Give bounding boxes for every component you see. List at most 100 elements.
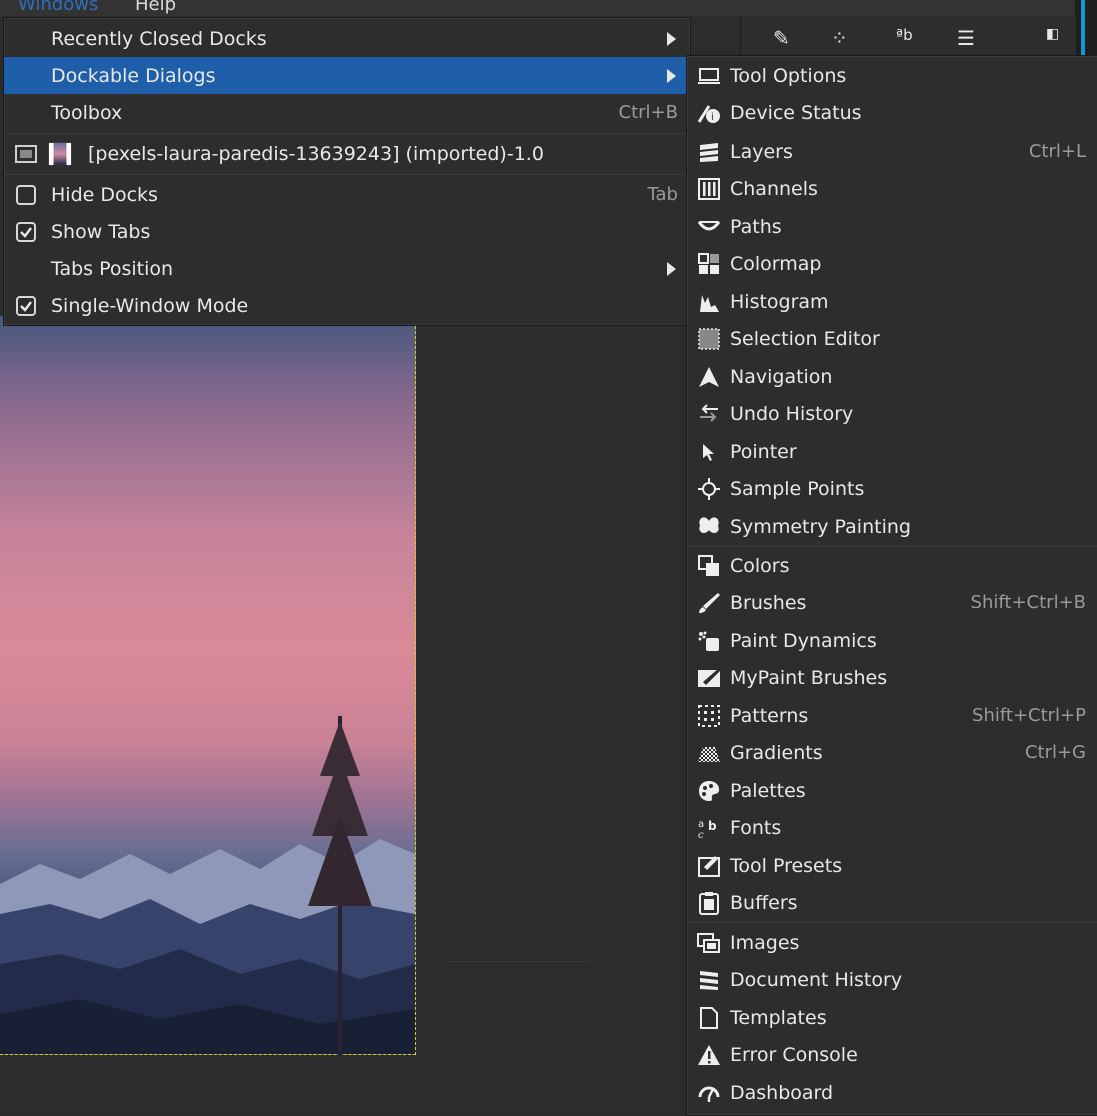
menu-item-single-window-mode[interactable]: Single-Window Mode — [4, 287, 690, 324]
document-history-icon[interactable]: ☰ — [957, 26, 975, 50]
shortcut-label: Shift+Ctrl+B — [970, 592, 1086, 613]
menubar: Windows Help — [0, 0, 1075, 16]
channels-icon — [697, 177, 721, 201]
menu-item-label: Recently Closed Docks — [51, 27, 267, 50]
menu-item-hide-docks[interactable]: Hide Docks Tab — [4, 176, 690, 213]
menu-item-recently-closed-docks[interactable]: Recently Closed Docks — [4, 20, 690, 57]
menu-item-image-window[interactable]: [pexels-laura-paredis-13639243] (importe… — [4, 135, 690, 173]
menu-separator — [687, 922, 1097, 923]
windows-menu: Recently Closed Docks Dockable Dialogs T… — [3, 17, 691, 326]
buffers-icon — [697, 891, 721, 915]
layers-icon — [697, 140, 721, 164]
dockable-dialogs-menu: Tool Options i Device Status Layers Ctrl… — [686, 55, 1097, 1116]
dock-tabbar: ✎ ⁘ ªb ☰ ◧ — [740, 16, 1076, 56]
navigation-icon — [697, 365, 721, 389]
palettes-icon — [697, 779, 721, 803]
menu-item-symmetry-painting[interactable]: Symmetry Painting — [687, 508, 1097, 545]
menu-item-label: Tool Presets — [730, 854, 843, 877]
menu-item-selection-editor[interactable]: Selection Editor — [687, 320, 1097, 357]
error-console-icon — [697, 1043, 721, 1067]
undo-history-icon — [697, 402, 721, 426]
pointer-icon — [697, 440, 721, 464]
menu-item-undo-history[interactable]: Undo History — [687, 395, 1097, 432]
menu-item-tool-options[interactable]: Tool Options — [687, 57, 1097, 94]
dock-menu-icon[interactable]: ◧ — [1046, 26, 1059, 42]
show-tabs-checkbox[interactable] — [16, 221, 36, 242]
menu-item-label: Error Console — [730, 1043, 858, 1066]
menu-item-channels[interactable]: Channels — [687, 170, 1097, 207]
images-icon — [697, 931, 721, 955]
menu-item-templates[interactable]: Templates — [687, 999, 1097, 1036]
dashboard-icon — [697, 1081, 721, 1105]
menu-item-label: Colormap — [730, 252, 822, 275]
hide-docks-checkbox[interactable] — [16, 184, 36, 205]
menu-item-label: Images — [730, 931, 800, 954]
brushes-icon — [697, 591, 721, 615]
mypaint-brushes-icon — [697, 666, 721, 690]
menu-item-error-console[interactable]: Error Console — [687, 1036, 1097, 1073]
menu-item-label: Navigation — [730, 365, 833, 388]
single-window-mode-checkbox[interactable] — [16, 295, 36, 316]
menu-item-navigation[interactable]: Navigation — [687, 358, 1097, 395]
brush-icon[interactable]: ✎ — [773, 26, 790, 50]
submenu-arrow-icon — [667, 261, 676, 276]
menu-item-buffers[interactable]: Buffers — [687, 884, 1097, 921]
tool-options-icon — [697, 64, 721, 88]
menu-item-histogram[interactable]: Histogram — [687, 283, 1097, 320]
menu-item-device-status[interactable]: i Device Status — [687, 94, 1097, 131]
menu-item-colors[interactable]: Colors — [687, 547, 1097, 584]
menu-item-brushes[interactable]: Brushes Shift+Ctrl+B — [687, 584, 1097, 621]
svg-text:i: i — [711, 112, 714, 123]
menu-item-label: Undo History — [730, 402, 854, 425]
tree-graphic — [308, 716, 372, 1056]
image-canvas[interactable] — [0, 316, 416, 1056]
menu-item-gradients[interactable]: Gradients Ctrl+G — [687, 734, 1097, 771]
menu-item-label: Gradients — [730, 741, 823, 764]
image-thumbnail-icon — [48, 142, 72, 166]
menu-item-label: Single-Window Mode — [51, 294, 249, 317]
symmetry-painting-icon — [697, 515, 721, 539]
shortcut-label: Ctrl+G — [1024, 742, 1086, 763]
menu-item-patterns[interactable]: Patterns Shift+Ctrl+P — [687, 697, 1097, 734]
pattern-icon[interactable]: ⁘ — [831, 26, 848, 50]
menu-item-palettes[interactable]: Palettes — [687, 772, 1097, 809]
menu-item-colormap[interactable]: Colormap — [687, 245, 1097, 282]
menu-item-label: Selection Editor — [730, 327, 880, 350]
menu-item-label: Pointer — [730, 440, 797, 463]
menubar-windows[interactable]: Windows — [18, 0, 98, 15]
menu-item-show-tabs[interactable]: Show Tabs — [4, 213, 690, 250]
menu-item-sample-points[interactable]: Sample Points — [687, 470, 1097, 507]
menu-item-tool-presets[interactable]: Tool Presets — [687, 847, 1097, 884]
menu-item-fonts[interactable]: abc Fonts — [687, 809, 1097, 846]
menu-item-label: Toolbox — [51, 101, 123, 124]
menu-item-label: Brushes — [730, 591, 807, 614]
menu-item-pointer[interactable]: Pointer — [687, 433, 1097, 470]
menu-item-toolbox[interactable]: Toolbox Ctrl+B — [4, 94, 690, 131]
svg-text:a: a — [698, 819, 704, 830]
shortcut-label: Tab — [647, 184, 678, 205]
svg-text:b: b — [708, 819, 717, 833]
menu-item-label: Patterns — [730, 704, 809, 727]
menu-item-mypaint-brushes[interactable]: MyPaint Brushes — [687, 659, 1097, 696]
menu-item-dashboard[interactable]: Dashboard — [687, 1074, 1097, 1111]
menu-item-tabs-position[interactable]: Tabs Position — [4, 250, 690, 287]
menu-item-layers[interactable]: Layers Ctrl+L — [687, 133, 1097, 170]
shortcut-label: Shift+Ctrl+P — [972, 705, 1086, 726]
menu-item-dockable-dialogs[interactable]: Dockable Dialogs — [4, 57, 690, 94]
menubar-help[interactable]: Help — [135, 0, 176, 15]
menu-item-label: Device Status — [730, 101, 862, 124]
menu-item-images[interactable]: Images — [687, 924, 1097, 961]
menu-item-label: Templates — [730, 1006, 827, 1029]
accent-bar — [1081, 0, 1085, 60]
patterns-icon — [697, 704, 721, 728]
menu-item-paint-dynamics[interactable]: Paint Dynamics — [687, 622, 1097, 659]
font-icon[interactable]: ªb — [896, 26, 913, 44]
menu-item-label: Document History — [730, 968, 903, 991]
menu-item-label: Paint Dynamics — [730, 629, 877, 652]
selection-editor-icon — [697, 327, 721, 351]
menu-item-label: Paths — [730, 215, 782, 238]
menu-item-paths[interactable]: Paths — [687, 208, 1097, 245]
colormap-icon — [697, 252, 721, 276]
submenu-arrow-icon — [667, 68, 676, 83]
menu-item-document-history[interactable]: Document History — [687, 961, 1097, 998]
